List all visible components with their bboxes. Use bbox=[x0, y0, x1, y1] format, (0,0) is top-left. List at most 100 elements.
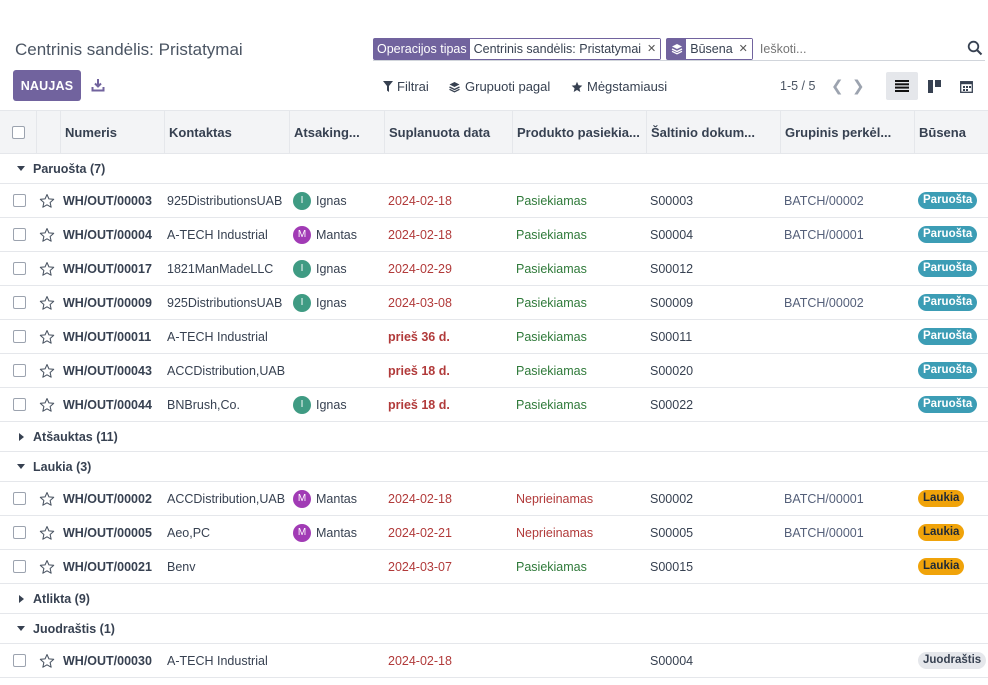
row-select-cell bbox=[13, 482, 29, 515]
scheduled-date: prieš 18 d. bbox=[388, 363, 450, 378]
product-availability: Pasiekiamas bbox=[516, 227, 587, 242]
batch-transfer bbox=[784, 388, 912, 421]
kanban-icon bbox=[927, 79, 941, 93]
star-icon[interactable] bbox=[39, 354, 57, 387]
table-row[interactable]: WH/OUT/00043 ACCDistribution,UAB prieš 18 … bbox=[0, 354, 988, 388]
product-availability: Pasiekiamas bbox=[516, 193, 587, 208]
group-row[interactable]: Laukia (3) bbox=[0, 452, 988, 482]
star-icon[interactable] bbox=[39, 252, 57, 285]
source-document: S00004 bbox=[650, 653, 694, 668]
group-row[interactable]: Atlikta (9) bbox=[0, 584, 988, 614]
table-row[interactable]: WH/OUT/00002 ACCDistribution,UAB M Mantas 20… bbox=[0, 482, 988, 516]
list-view-button[interactable] bbox=[886, 72, 918, 100]
state-cell: Laukia bbox=[918, 482, 986, 515]
source-document: S00020 bbox=[650, 363, 694, 378]
product-availability bbox=[516, 644, 644, 677]
column-header-responsible[interactable]: Atsaking... bbox=[289, 111, 384, 154]
facet-remove-icon[interactable]: ✕ bbox=[645, 38, 661, 59]
table-row[interactable]: WH/OUT/00005 Aeo,PC M Mantas 2024-02-21 Nepri… bbox=[0, 516, 988, 550]
row-checkbox[interactable] bbox=[13, 654, 26, 667]
transfer-number: WH/OUT/00011 bbox=[63, 329, 152, 344]
table-row[interactable]: WH/OUT/00011 A-TECH Industrial prieš 36 d.… bbox=[0, 320, 988, 354]
star-icon[interactable] bbox=[39, 516, 57, 549]
select-all-checkbox[interactable] bbox=[11, 126, 25, 139]
group-by-button[interactable]: Grupuoti pagal bbox=[448, 79, 550, 94]
responsible-user: I Ignas bbox=[293, 252, 383, 285]
scheduled-date: 2024-02-29 bbox=[388, 261, 452, 276]
search-icon[interactable] bbox=[967, 40, 983, 56]
avatar: I bbox=[293, 293, 311, 312]
row-select-cell bbox=[13, 550, 29, 583]
transfer-number: WH/OUT/00002 bbox=[63, 491, 152, 506]
state-cell: Laukia bbox=[918, 516, 986, 549]
pager-value[interactable]: 1-5 / 5 bbox=[780, 79, 815, 93]
group-row[interactable]: Atšauktas (11) bbox=[0, 422, 988, 452]
row-checkbox[interactable] bbox=[13, 364, 26, 377]
table-row[interactable]: WH/OUT/00021 Benv 2024-03-07 Pasiekiamas S00… bbox=[0, 550, 988, 584]
table-row[interactable]: WH/OUT/00030 A-TECH Industrial 2024-02-18 S… bbox=[0, 644, 988, 678]
star-icon[interactable] bbox=[39, 550, 57, 583]
contact-name: A-TECH Industrial bbox=[167, 227, 268, 242]
scheduled-date: 2024-02-18 bbox=[388, 653, 452, 668]
favorites-button[interactable]: Mėgstamiausi bbox=[571, 79, 667, 94]
batch-transfer bbox=[784, 354, 912, 387]
column-header-contact[interactable]: Kontaktas bbox=[164, 111, 289, 154]
row-checkbox[interactable] bbox=[13, 194, 26, 207]
caret-right-icon bbox=[19, 594, 24, 603]
filters-button[interactable]: Filtrai bbox=[383, 79, 429, 94]
column-header-batch[interactable]: Grupinis perkėl... bbox=[780, 111, 914, 154]
table-row[interactable]: WH/OUT/00017 1821ManMadeLLC I Ignas 2024-02-… bbox=[0, 252, 988, 286]
star-icon[interactable] bbox=[39, 320, 57, 353]
download-button[interactable] bbox=[88, 74, 108, 96]
row-checkbox[interactable] bbox=[13, 296, 26, 309]
row-checkbox[interactable] bbox=[13, 526, 26, 539]
column-header-scheduled-date[interactable]: Suplanuota data bbox=[384, 111, 512, 154]
row-checkbox[interactable] bbox=[13, 228, 26, 241]
responsible-user: I Ignas bbox=[293, 286, 383, 319]
row-checkbox[interactable] bbox=[13, 398, 26, 411]
favorites-label: Mėgstamiausi bbox=[587, 79, 668, 94]
avatar: M bbox=[293, 523, 311, 542]
kanban-view-button[interactable] bbox=[918, 72, 950, 100]
transfer-number: WH/OUT/00021 bbox=[63, 559, 152, 574]
star-icon[interactable] bbox=[39, 644, 57, 677]
star-icon[interactable] bbox=[39, 184, 57, 217]
chevron-left-icon[interactable]: ❮ bbox=[831, 77, 844, 95]
star-icon[interactable] bbox=[39, 218, 57, 251]
avatar: M bbox=[293, 225, 311, 244]
scheduled-date: 2024-03-08 bbox=[388, 295, 452, 310]
star-icon[interactable] bbox=[39, 286, 57, 319]
column-header-number[interactable]: Numeris bbox=[60, 111, 164, 154]
row-checkbox[interactable] bbox=[13, 330, 26, 343]
table-row[interactable]: WH/OUT/00009 925DistributionsUAB I Ignas 202… bbox=[0, 286, 988, 320]
column-header-availability[interactable]: Produkto pasiekia... bbox=[512, 111, 646, 154]
row-select-cell bbox=[13, 354, 29, 387]
group-row[interactable]: Juodraštis (1) bbox=[0, 614, 988, 644]
star-icon[interactable] bbox=[39, 388, 57, 421]
row-checkbox[interactable] bbox=[13, 560, 26, 573]
table-row[interactable]: WH/OUT/00003 925DistributionsUAB I Ignas 202… bbox=[0, 184, 988, 218]
star-icon[interactable] bbox=[39, 482, 57, 515]
row-checkbox[interactable] bbox=[13, 492, 26, 505]
column-header-state[interactable]: Būsena bbox=[914, 111, 988, 154]
contact-name: 925DistributionsUAB bbox=[167, 193, 283, 208]
row-checkbox[interactable] bbox=[13, 262, 26, 275]
column-header-source-document[interactable]: Šaltinio dokum... bbox=[646, 111, 780, 154]
facet-label: Operacijos tipas bbox=[374, 38, 470, 59]
responsible-user: M Mantas bbox=[293, 482, 383, 515]
responsible-user bbox=[293, 320, 383, 353]
table-row[interactable]: WH/OUT/00004 A-TECH Industrial M Mantas 2024… bbox=[0, 218, 988, 252]
avatar: M bbox=[293, 489, 311, 508]
calendar-view-button[interactable] bbox=[950, 72, 982, 100]
contact-name: 1821ManMadeLLC bbox=[167, 261, 274, 276]
chevron-right-icon[interactable]: ❯ bbox=[852, 77, 865, 95]
group-row[interactable]: Paruošta (7) bbox=[0, 154, 988, 184]
new-button[interactable]: NAUJAS bbox=[13, 70, 81, 101]
contact-name: ACCDistribution,UAB bbox=[167, 363, 286, 378]
list-icon bbox=[895, 80, 909, 92]
table-row[interactable]: WH/OUT/00044 BNBrush,Co. I Ignas prieš 18 d.… bbox=[0, 388, 988, 422]
state-cell: Paruošta bbox=[918, 218, 986, 251]
facet-remove-icon[interactable]: ✕ bbox=[736, 38, 752, 59]
product-availability: Neprieinamas bbox=[516, 491, 594, 506]
search-input[interactable] bbox=[757, 41, 985, 56]
